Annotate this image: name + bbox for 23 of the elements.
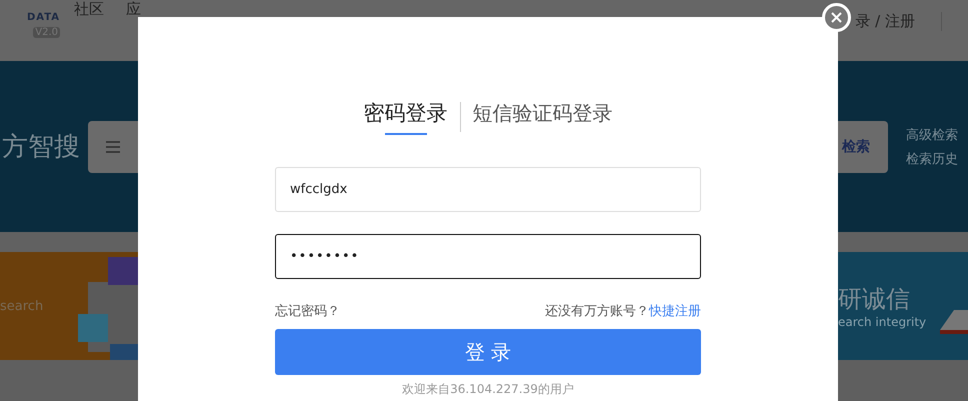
login-tab[interactable]: 密码登录 (352, 97, 460, 137)
nav-link[interactable]: 应 (126, 0, 141, 19)
signup-prompt: 还没有万方账号？ (545, 303, 649, 320)
search-button[interactable]: 检索 (836, 136, 876, 156)
promo-banner[interactable]: 研诚信 earch integrity (838, 252, 968, 360)
username-field[interactable]: wfcclgdx (275, 167, 701, 212)
banner-title: 研诚信 (838, 284, 910, 315)
welcome-text: 欢迎来自36.104.227.39的用户 (402, 381, 574, 398)
forgot-password-link[interactable]: 忘记密码？ (275, 302, 340, 320)
login-tab[interactable]: 短信验证码登录 (460, 98, 624, 136)
nav-link[interactable]: 社区 (74, 0, 104, 19)
logo-subtitle: DATA (26, 12, 60, 23)
book-icon (940, 310, 968, 336)
search-link[interactable]: 高级检索 (906, 126, 958, 144)
login-button[interactable]: 登 录 (275, 329, 701, 375)
search-link[interactable]: 检索历史 (906, 150, 958, 168)
menu-icon[interactable] (106, 140, 120, 152)
signup-link[interactable]: 快捷注册 (649, 302, 701, 320)
login-register-link[interactable]: 录 / 注册 (855, 12, 942, 31)
banner-subtitle: search (0, 298, 44, 314)
password-field[interactable]: •••••••• (275, 234, 701, 279)
hero-title: 方智搜 (2, 131, 80, 164)
banner-subtitle: earch integrity (838, 315, 926, 329)
